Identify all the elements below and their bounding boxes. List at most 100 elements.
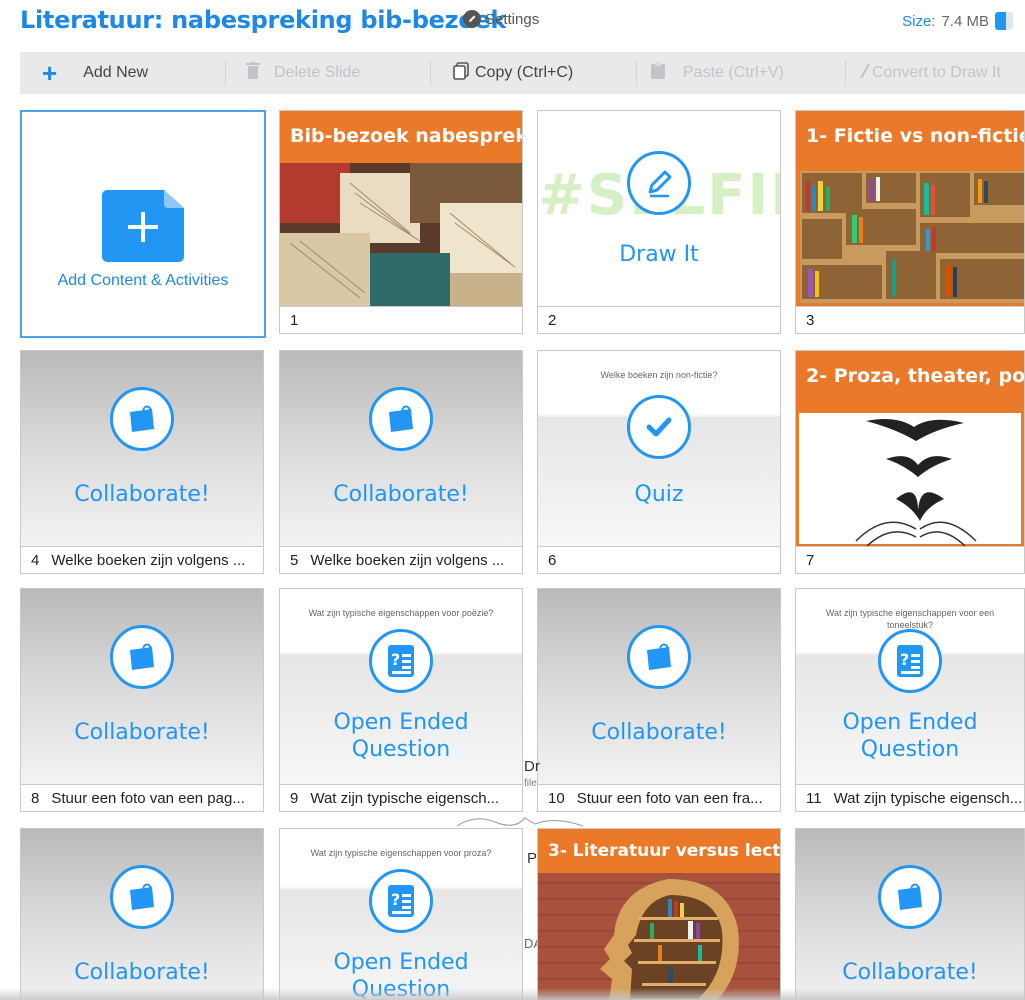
pencil-icon xyxy=(463,10,481,28)
size-indicator: Size: 7.4 MB xyxy=(902,12,1013,30)
slide-card[interactable]: Wat zijn typische eigenschappen voor poë… xyxy=(279,588,523,812)
slide-number: 1 xyxy=(290,312,299,329)
slide-caption: 3 xyxy=(796,306,1024,333)
slide-thumbnail: Bib-bezoek nabespreking xyxy=(280,111,522,307)
copy-icon xyxy=(453,61,469,85)
slide-title: Stuur een foto van een fra... xyxy=(576,790,763,807)
size-bar-fill xyxy=(995,12,1006,30)
question-doc-icon: ? xyxy=(369,629,433,693)
slide-caption: 2 xyxy=(538,306,780,333)
activity-label: Collaborate! xyxy=(591,720,727,745)
svg-text:?: ? xyxy=(391,890,400,909)
slide-thumbnail: Wat zijn typische eigenschappen voor poë… xyxy=(280,589,522,785)
add-new-button[interactable]: + Add New xyxy=(20,52,225,94)
slide-thumbnail: Welke boeken zijn non-fictie? Quiz xyxy=(538,351,780,547)
scroll-fade xyxy=(0,988,1025,1000)
slide-number: 3 xyxy=(806,312,815,329)
question-doc-icon: ? xyxy=(878,629,942,693)
activity-label: Open Ended Question xyxy=(333,710,469,762)
slide-caption: 4 Welke boeken zijn volgens ... xyxy=(21,546,263,573)
lesson-editor: Literatuur: nabespreking bib-bezoek Sett… xyxy=(0,0,1025,1000)
slide-card[interactable]: Wat zijn typische eigenschappen voor pro… xyxy=(279,828,523,1000)
slide-caption: 9 Wat zijn typische eigensch... xyxy=(280,784,522,811)
size-label: Size: xyxy=(902,12,936,30)
bookshelf-photo xyxy=(796,163,1024,307)
slide-title: Wat zijn typische eigensch... xyxy=(833,790,1023,807)
slide-card[interactable]: Collaborate! 5 Welke boeken zijn volgens … xyxy=(279,350,523,574)
activity-label: Collaborate! xyxy=(333,482,469,507)
activity-label: Open Ended Question xyxy=(842,710,978,762)
pencil-circle-icon xyxy=(627,151,691,215)
copy-label: Copy (Ctrl+C) xyxy=(475,64,574,81)
slide-card[interactable]: Wat zijn typische eigenschappen voor een… xyxy=(795,588,1025,812)
svg-text:?: ? xyxy=(391,650,400,669)
collaborate-icon xyxy=(110,387,174,451)
head-bookshelf-photo xyxy=(538,869,780,1000)
question-text: Welke boeken zijn non-fictie? xyxy=(600,370,718,380)
slide-caption: 5 Welke boeken zijn volgens ... xyxy=(280,546,522,573)
slide-card[interactable]: Collaborate! 10 Stuur een foto van een fr… xyxy=(537,588,781,812)
books-photo xyxy=(280,163,522,307)
question-text: Wat zijn typische eigenschappen voor een… xyxy=(825,608,995,630)
slide-card[interactable]: 2- Proza, theater, poëzie 7 xyxy=(795,350,1025,574)
drag-ghost-text: P xyxy=(527,850,538,867)
activity-label: Collaborate! xyxy=(842,960,978,985)
slide-card[interactable]: 3- Literatuur versus lectuur xyxy=(537,828,781,1000)
activity-label: Quiz xyxy=(634,482,684,507)
slide-thumbnail: Collaborate! xyxy=(21,351,263,547)
slide-thumbnail: 3- Literatuur versus lectuur xyxy=(538,829,780,1000)
slide-caption: 11 Wat zijn typische eigensch... xyxy=(796,784,1024,811)
drag-ghost-text: file xyxy=(524,778,537,789)
slide-thumbnail: Collaborate! xyxy=(21,589,263,785)
question-text: Wat zijn typische eigenschappen voor pro… xyxy=(310,848,492,858)
slide-caption: 7 xyxy=(796,546,1024,573)
slide-thumbnail: Collaborate! xyxy=(280,351,522,547)
toolbar: + Add New Delete Slide Copy (Ctrl+C) Pas… xyxy=(20,52,1025,94)
slide-thumbnail: Collaborate! xyxy=(796,829,1024,1000)
slide-number: 11 xyxy=(806,790,822,807)
slide-number: 9 xyxy=(290,790,299,807)
slide-caption: 10 Stuur een foto van een fra... xyxy=(538,784,780,811)
slide-heading: 2- Proza, theater, poëzie xyxy=(796,351,1024,413)
paste-label: Paste (Ctrl+V) xyxy=(683,64,784,81)
paste-button[interactable]: Paste (Ctrl+V) xyxy=(637,52,845,94)
slide-card[interactable]: Collaborate! xyxy=(795,828,1025,1000)
copy-button[interactable]: Copy (Ctrl+C) xyxy=(431,52,636,94)
size-value: 7.4 MB xyxy=(941,12,989,30)
slide-number: 5 xyxy=(290,552,299,569)
settings-button[interactable]: Settings xyxy=(463,10,539,28)
checkmark-icon xyxy=(627,395,691,459)
slide-card[interactable]: 1- Fictie vs non-fictie 3 xyxy=(795,110,1025,334)
slide-title: Welke boeken zijn volgens ... xyxy=(51,552,246,569)
collaborate-icon xyxy=(627,625,691,689)
collaborate-icon xyxy=(878,865,942,929)
slide-card[interactable]: Collaborate! 8 Stuur een foto van een pag… xyxy=(20,588,264,812)
slide-caption: 8 Stuur een foto van een pag... xyxy=(21,784,263,811)
slide-number: 8 xyxy=(31,790,40,807)
slide-thumbnail: Wat zijn typische eigenschappen voor een… xyxy=(796,589,1024,785)
question-doc-icon: ? xyxy=(369,869,433,933)
activity-label: Collaborate! xyxy=(74,482,210,507)
delete-slide-label: Delete Slide xyxy=(274,64,361,81)
svg-text:?: ? xyxy=(900,650,909,669)
activity-label: Collaborate! xyxy=(74,720,210,745)
activity-label: Draw It xyxy=(619,242,699,267)
page-title: Literatuur: nabespreking bib-bezoek xyxy=(20,6,507,34)
slide-card[interactable]: Welke boeken zijn non-fictie? Quiz 6 xyxy=(537,350,781,574)
slide-card[interactable]: Collaborate! xyxy=(20,828,264,1000)
slide-card[interactable]: Bib-bezoek nabespreking 1 xyxy=(279,110,523,334)
convert-draw-it-button[interactable]: Convert to Draw It xyxy=(846,52,1021,94)
slide-number: 2 xyxy=(548,312,557,329)
add-content-label: Add Content & Activities xyxy=(57,272,229,289)
activity-label: Collaborate! xyxy=(74,960,210,985)
slide-card[interactable]: Collaborate! 4 Welke boeken zijn volgens … xyxy=(20,350,264,574)
plus-icon: + xyxy=(42,58,58,88)
slide-card[interactable]: #SELFIE Draw It 2 xyxy=(537,110,781,334)
clipboard-icon xyxy=(651,62,665,84)
slash-pencil-icon xyxy=(860,63,870,84)
add-content-card[interactable]: Add Content & Activities xyxy=(20,110,266,338)
delete-slide-button[interactable]: Delete Slide xyxy=(226,52,430,94)
slide-thumbnail: 1- Fictie vs non-fictie xyxy=(796,111,1024,307)
collaborate-icon xyxy=(369,387,433,451)
drag-ghost-text: Dr xyxy=(524,758,540,775)
